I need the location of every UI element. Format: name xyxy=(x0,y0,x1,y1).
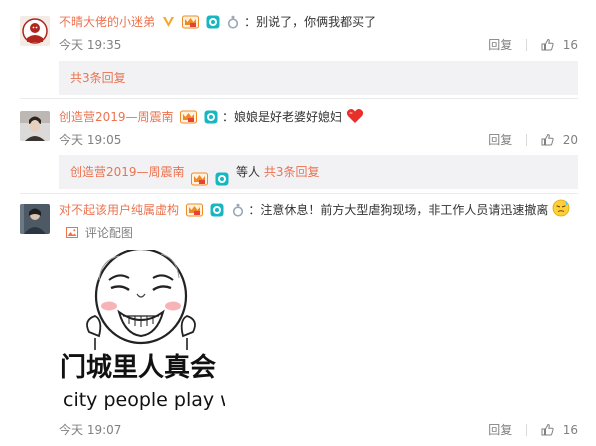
avatar[interactable] xyxy=(20,111,50,141)
vip-crown-icon[interactable] xyxy=(181,15,199,29)
comment-actions: 回复 16 xyxy=(488,422,578,438)
picture-label: 评论配图 xyxy=(84,226,133,240)
comment-picture-toggle[interactable]: 评论配图 xyxy=(66,225,133,241)
action-divider xyxy=(526,38,528,51)
comment-actions: 回复 16 xyxy=(488,37,578,53)
vip-crown-icon[interactable] xyxy=(185,203,203,217)
thumbs-up-icon xyxy=(541,423,554,436)
avatar[interactable] xyxy=(20,204,50,234)
weibo-eye-badge-icon xyxy=(215,165,229,185)
username-link[interactable]: 创造营2019—周震南 xyxy=(59,110,174,124)
view-replies-link[interactable]: 共3条回复 xyxy=(264,165,320,179)
red-heart-emoji-icon xyxy=(346,108,364,124)
reply-button[interactable]: 回复 xyxy=(488,37,512,53)
reply-button[interactable]: 回复 xyxy=(488,132,512,148)
comment-3: 对不起该用户纯属虚构 ：注意休息！前方大型虐狗现场，非工作人员请迅速撤离 评论配… xyxy=(0,194,596,446)
vip-crown-icon xyxy=(191,165,209,185)
image-caption-cn: 门城里人真会 xyxy=(60,353,217,383)
like-button[interactable]: 16 xyxy=(541,37,578,53)
username-link[interactable]: 不晴大佬的小迷弟 xyxy=(59,15,155,29)
action-divider xyxy=(526,423,528,436)
sweat-emoji-icon xyxy=(552,199,570,217)
username-link[interactable]: 对不起该用户纯属虚构 xyxy=(59,203,179,217)
like-button[interactable]: 20 xyxy=(541,132,578,148)
like-count: 16 xyxy=(562,423,578,437)
image-caption-en: city people play w xyxy=(63,389,225,411)
vip-crown-icon[interactable] xyxy=(180,110,198,124)
ring-badge-icon[interactable] xyxy=(226,15,240,29)
comment-time: 今天 19:35 xyxy=(59,38,122,52)
thumbs-up-icon xyxy=(541,133,554,146)
like-button[interactable]: 16 xyxy=(541,422,578,438)
comment-actions: 回复 20 xyxy=(488,132,578,148)
like-count: 16 xyxy=(562,38,578,52)
verified-v-icon[interactable] xyxy=(162,15,175,29)
reply-middle-text: 等人 xyxy=(236,165,261,179)
comment-time: 今天 19:05 xyxy=(59,133,122,147)
weibo-eye-badge-icon[interactable] xyxy=(206,15,220,29)
reply-summary[interactable]: 共3条回复 xyxy=(59,61,578,95)
weibo-eye-badge-icon[interactable] xyxy=(204,110,218,124)
comment-time: 今天 19:07 xyxy=(59,423,122,437)
reply-user-link[interactable]: 创造营2019—周震南 xyxy=(70,165,185,179)
comment-2: 创造营2019—周震南 ：娘娘是好老婆好媳妇 今天 19:05 回复 20 创造… xyxy=(0,99,596,195)
picture-icon xyxy=(66,227,78,238)
avatar[interactable] xyxy=(20,16,50,46)
thumbs-up-icon xyxy=(541,38,554,51)
comment-text: 别说了，你俩我都买了 xyxy=(256,15,377,29)
comment-text: 注意休息！前方大型虐狗现场，非工作人员请迅速撤离 xyxy=(260,203,549,217)
panda-meme-face xyxy=(59,250,225,355)
weibo-eye-badge-icon[interactable] xyxy=(210,203,224,217)
view-replies-link[interactable]: 共3条回复 xyxy=(70,71,126,85)
comment-1: 不晴大佬的小迷弟 ：别说了，你俩我都买了 今天 19:35 回复 16 共3条回… xyxy=(0,0,596,100)
action-divider xyxy=(526,133,528,146)
reply-summary[interactable]: 创造营2019—周震南 等人 共3条回复 xyxy=(59,155,578,189)
comment-image[interactable]: 门城里人真会 city people play w xyxy=(59,250,225,416)
like-count: 20 xyxy=(562,133,578,147)
ring-badge-icon[interactable] xyxy=(231,203,245,217)
reply-button[interactable]: 回复 xyxy=(488,422,512,438)
comment-text: 娘娘是好老婆好媳妇 xyxy=(234,110,343,124)
